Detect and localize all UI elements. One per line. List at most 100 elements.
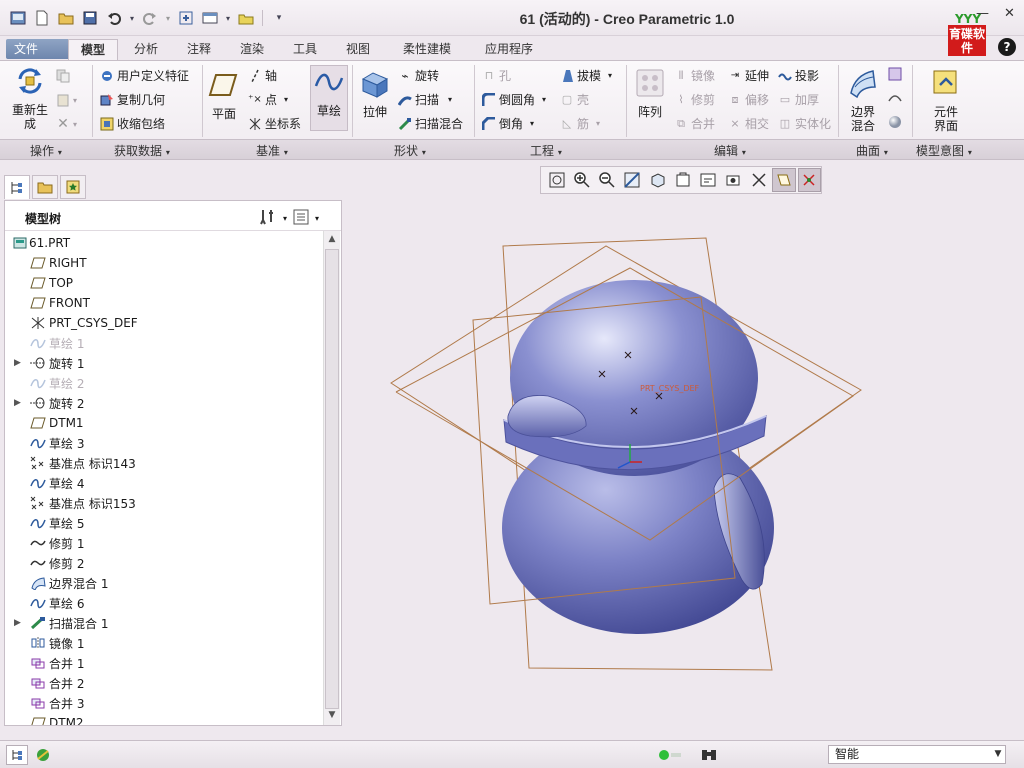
tree-row[interactable]: 草绘 3: [5, 433, 321, 453]
tree-row[interactable]: 61.PRT: [5, 233, 321, 253]
tree-row[interactable]: 草绘 5: [5, 513, 321, 533]
expand-arrow-icon[interactable]: ▶: [14, 618, 24, 628]
group-model-intent[interactable]: 模型意图 ▾: [916, 142, 972, 159]
expand-arrow-icon[interactable]: ▶: [14, 358, 24, 368]
point-button[interactable]: ⁺× 点 ▾: [248, 91, 288, 108]
tree-row[interactable]: ▶ 旋转 2: [5, 393, 321, 413]
group-shapes[interactable]: 形状 ▾: [394, 142, 426, 159]
copy-button[interactable]: [56, 69, 70, 83]
component-interface-button[interactable]: 元件界面: [918, 67, 974, 133]
sphere-button[interactable]: [888, 115, 902, 129]
sketch-button[interactable]: 草绘: [310, 65, 348, 131]
folder-browser-tab[interactable]: [32, 175, 58, 199]
group-operations[interactable]: 操作 ▾: [30, 142, 62, 159]
merge-button[interactable]: ⧉ 合并: [674, 115, 715, 132]
boundary-blend-button[interactable]: 边界混合: [842, 67, 884, 133]
tab-tools[interactable]: 工具: [283, 39, 327, 60]
offset-button[interactable]: ⧈ 偏移: [728, 91, 770, 108]
repaint-icon[interactable]: [621, 168, 644, 192]
tree-row[interactable]: RIGHT: [5, 253, 321, 273]
close-button[interactable]: ✕: [1004, 6, 1015, 21]
settings-icon[interactable]: [259, 208, 277, 229]
revolve-button[interactable]: ⌁ 旋转: [398, 67, 439, 84]
plane-button[interactable]: 平面: [206, 69, 242, 121]
group-engineering[interactable]: 工程 ▾: [530, 142, 562, 159]
browser-toggle-icon[interactable]: [32, 745, 54, 765]
tree-row[interactable]: 镜像 1: [5, 633, 321, 653]
model-tree-scrollbar[interactable]: ▲ ▼: [323, 231, 340, 725]
refit-icon[interactable]: [545, 168, 568, 192]
extrude-button[interactable]: 拉伸: [356, 67, 394, 119]
scroll-down-icon[interactable]: ▼: [324, 707, 340, 723]
datum-point-display-icon[interactable]: [797, 168, 822, 192]
graphics-window[interactable]: PRT_CSYS_DEF: [344, 196, 1024, 736]
shell-button[interactable]: ▢ 壳: [560, 91, 589, 108]
datum-display-icon[interactable]: [772, 168, 796, 192]
group-datum[interactable]: 基准 ▾: [256, 142, 288, 159]
draft-button[interactable]: 拔模 ▾: [560, 67, 612, 84]
zoom-in-icon[interactable]: [570, 168, 593, 192]
tab-analysis[interactable]: 分析: [124, 39, 168, 60]
chevron-down-icon[interactable]: ▾: [315, 214, 319, 223]
sweep-button[interactable]: 扫描 ▾: [398, 91, 452, 108]
paste-button[interactable]: ▾: [56, 93, 77, 107]
copy-geometry-button[interactable]: 复制几何: [100, 91, 165, 108]
extend-button[interactable]: ⇥ 延伸: [728, 67, 769, 84]
show-icon[interactable]: [293, 209, 309, 228]
perspective-icon[interactable]: [722, 168, 745, 192]
style-button[interactable]: [888, 91, 902, 105]
tree-row[interactable]: 草绘 4: [5, 473, 321, 493]
tree-row[interactable]: DTM2: [5, 713, 321, 725]
tree-row[interactable]: FRONT: [5, 293, 321, 313]
shrinkwrap-button[interactable]: 收缩包络: [100, 115, 165, 132]
group-surfaces[interactable]: 曲面 ▾: [856, 142, 888, 159]
tab-model[interactable]: 模型: [68, 39, 118, 60]
tab-flexible-modeling[interactable]: 柔性建模: [392, 39, 462, 60]
project-button[interactable]: 投影: [778, 67, 819, 84]
trim-button[interactable]: ⌇ 修剪: [674, 91, 715, 108]
thicken-button[interactable]: ▭ 加厚: [778, 91, 819, 108]
round-button[interactable]: 倒圆角 ▾: [482, 91, 546, 108]
find-icon[interactable]: [698, 745, 720, 765]
tab-view[interactable]: 视图: [336, 39, 380, 60]
tab-render[interactable]: 渲染: [230, 39, 274, 60]
csys-button[interactable]: 坐标系: [248, 115, 301, 132]
tree-row[interactable]: 草绘 1: [5, 333, 321, 353]
user-defined-feature-button[interactable]: 用户定义特征: [100, 67, 189, 84]
tree-row[interactable]: DTM1: [5, 413, 321, 433]
zoom-out-icon[interactable]: [596, 168, 619, 192]
swept-blend-button[interactable]: 扫描混合: [398, 115, 463, 132]
tree-row[interactable]: TOP: [5, 273, 321, 293]
tree-row[interactable]: PRT_CSYS_DEF: [5, 313, 321, 333]
intersect-button[interactable]: ⨯ 相交: [728, 115, 769, 132]
regenerate-button[interactable]: 重新生成: [8, 65, 52, 131]
rib-button[interactable]: ◺ 筋 ▾: [560, 115, 600, 132]
chamfer-button[interactable]: 倒角 ▾: [482, 115, 534, 132]
scroll-thumb[interactable]: [325, 249, 339, 709]
view-manager-icon[interactable]: [697, 168, 720, 192]
favorites-tab[interactable]: [60, 175, 86, 199]
display-style-icon[interactable]: [646, 168, 669, 192]
group-editing[interactable]: 编辑 ▾: [714, 142, 746, 159]
tree-row[interactable]: 合并 1: [5, 653, 321, 673]
tree-row[interactable]: ▶ 扫描混合 1: [5, 613, 321, 633]
selection-filter-dropdown[interactable]: 智能 ▼: [828, 745, 1006, 764]
solidify-button[interactable]: ◫ 实体化: [778, 115, 831, 132]
delete-button[interactable]: ✕ ▾: [56, 116, 77, 132]
mirror-button[interactable]: ⫴ 镜像: [674, 67, 715, 84]
tree-row[interactable]: 修剪 2: [5, 553, 321, 573]
tree-row[interactable]: 合并 3: [5, 693, 321, 713]
tree-row[interactable]: 边界混合 1: [5, 573, 321, 593]
tab-annotate[interactable]: 注释: [177, 39, 221, 60]
tree-row[interactable]: 合并 2: [5, 673, 321, 693]
tree-row[interactable]: 草绘 2: [5, 373, 321, 393]
tree-row[interactable]: 修剪 1: [5, 533, 321, 553]
tree-row[interactable]: 基准点 标识143: [5, 453, 321, 473]
tree-row[interactable]: 基准点 标识153: [5, 493, 321, 513]
tree-row[interactable]: 草绘 6: [5, 593, 321, 613]
hole-button[interactable]: ⊓ 孔: [482, 67, 511, 84]
scroll-up-icon[interactable]: ▲: [324, 231, 340, 247]
navigator-toggle-icon[interactable]: [6, 745, 28, 765]
freestyle-button[interactable]: [888, 67, 902, 81]
axis-button[interactable]: 轴: [248, 67, 277, 84]
